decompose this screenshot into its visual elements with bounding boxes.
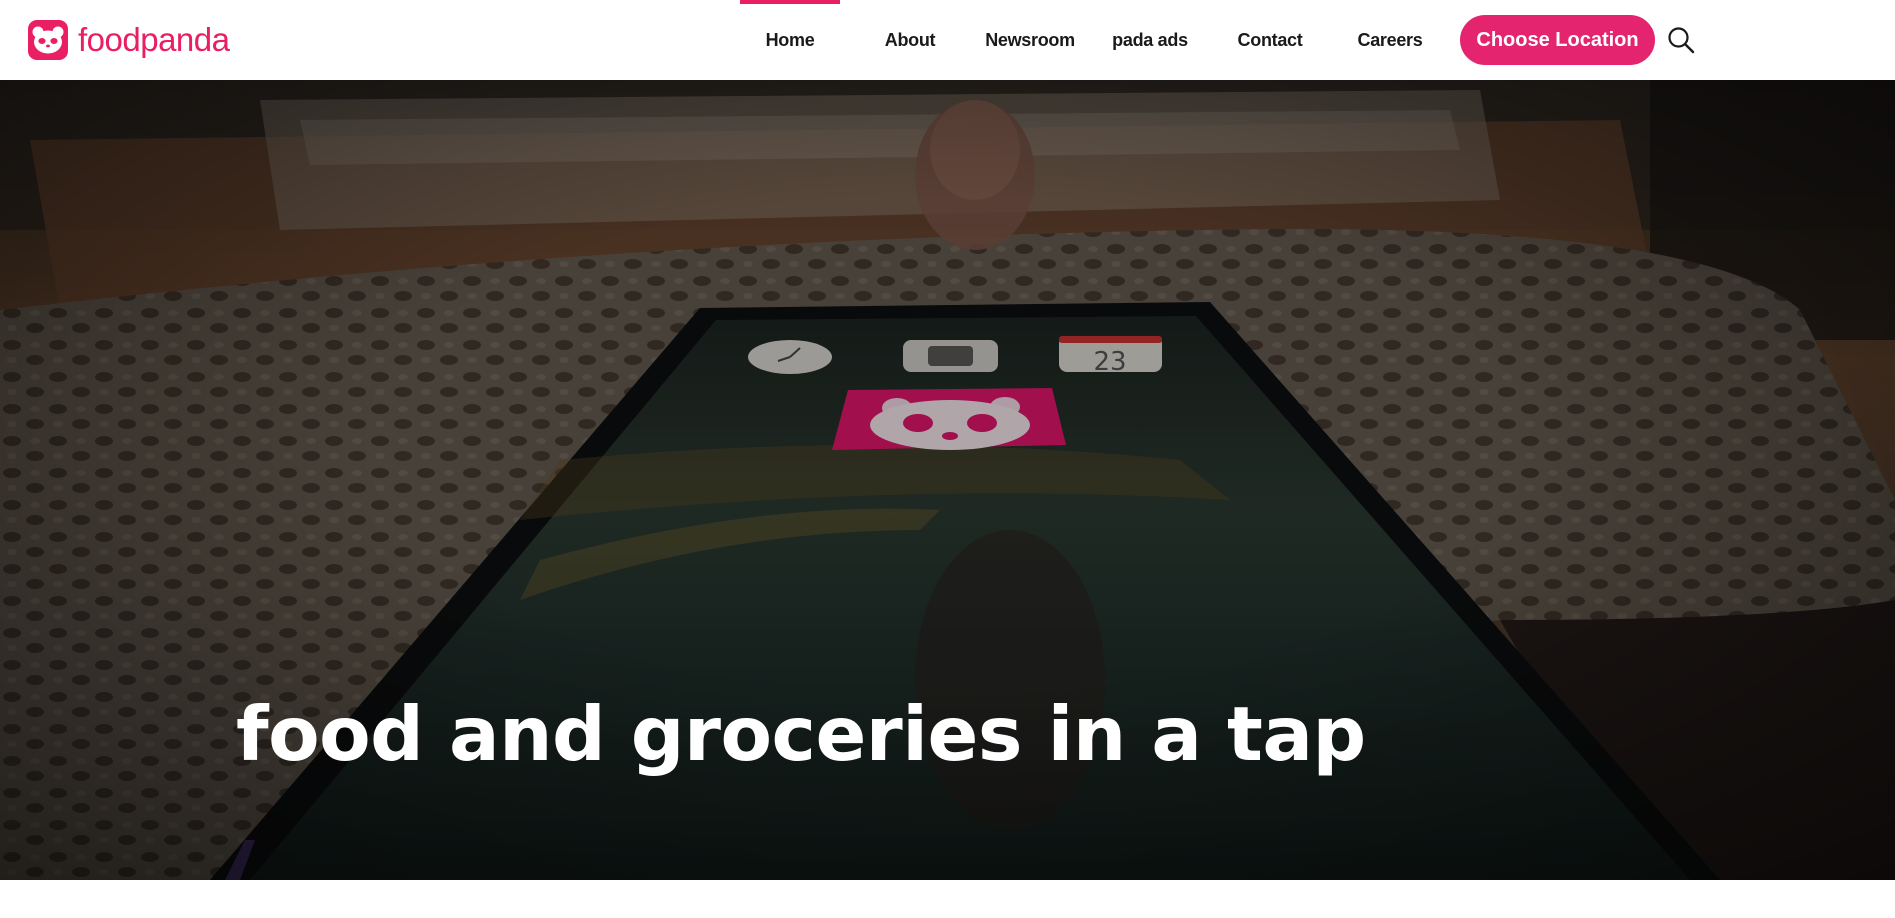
choose-location-button[interactable]: Choose Location (1460, 15, 1655, 65)
panda-icon (28, 20, 68, 60)
nav-about[interactable]: About (860, 0, 960, 80)
hero-banner: 23 food and groceries in a tap (0, 80, 1895, 880)
nav-newsroom[interactable]: Newsroom (980, 0, 1080, 80)
nav-contact[interactable]: Contact (1220, 0, 1320, 80)
foodpanda-logo[interactable]: foodpanda (28, 20, 230, 60)
site-header: foodpanda Home About Newsroom pada ads C… (0, 0, 1895, 80)
nav-pada-ads[interactable]: pada ads (1100, 0, 1200, 80)
hero-title: food and groceries in a tap (236, 690, 1366, 778)
nav-careers[interactable]: Careers (1340, 0, 1440, 80)
nav-home[interactable]: Home (740, 0, 840, 80)
search-icon[interactable] (1666, 25, 1696, 55)
brand-name: foodpanda (78, 21, 230, 58)
